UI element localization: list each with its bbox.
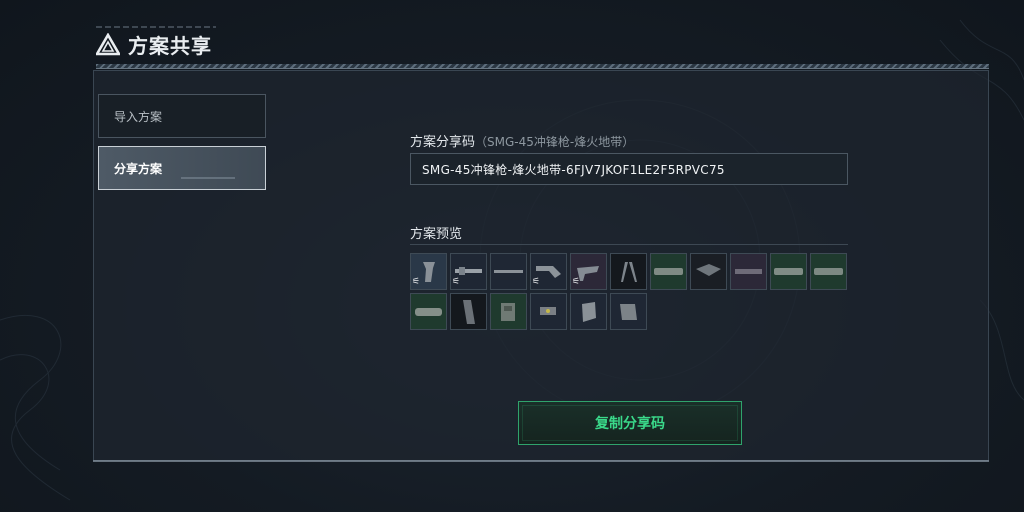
header-divider-line bbox=[96, 68, 989, 69]
muzzle-icon bbox=[774, 268, 803, 275]
part-tile[interactable]: ⚟ bbox=[450, 253, 487, 290]
bipod-icon bbox=[621, 262, 637, 282]
share-code-label: 方案分享码（SMG-45冲锋枪-烽火地带） bbox=[410, 131, 634, 150]
receiver-icon bbox=[501, 303, 515, 321]
part-tile[interactable] bbox=[650, 253, 687, 290]
part-tile[interactable] bbox=[730, 253, 767, 290]
part-tile[interactable] bbox=[810, 253, 847, 290]
magazine-icon bbox=[463, 300, 475, 324]
copy-share-code-button[interactable]: 复制分享码 bbox=[518, 401, 742, 445]
part-tile[interactable]: ⚟ bbox=[410, 253, 447, 290]
laser-icon bbox=[582, 302, 596, 322]
sight-icon bbox=[540, 307, 556, 315]
page-title: 方案共享 bbox=[128, 34, 212, 58]
plan-preview-label: 方案预览 bbox=[410, 227, 463, 242]
part-tile[interactable]: ⚟ bbox=[570, 253, 607, 290]
part-tile[interactable] bbox=[770, 253, 807, 290]
part-tile[interactable] bbox=[610, 253, 647, 290]
sidebar-item-label: 导入方案 bbox=[114, 109, 163, 124]
modification-icon: ⚟ bbox=[452, 277, 461, 287]
part-tile[interactable]: ⚟ bbox=[530, 253, 567, 290]
part-tile[interactable] bbox=[530, 293, 567, 330]
share-code-title: 方案分享码 bbox=[410, 135, 476, 150]
silencer-icon bbox=[415, 308, 442, 316]
part-tile[interactable] bbox=[690, 253, 727, 290]
modification-icon: ⚟ bbox=[532, 277, 541, 287]
scope-icon bbox=[696, 264, 721, 276]
part-tile[interactable] bbox=[610, 293, 647, 330]
sidebar-item-label: 分享方案 bbox=[114, 161, 163, 176]
header-topline bbox=[96, 26, 216, 28]
copy-button-label: 复制分享码 bbox=[595, 416, 665, 432]
triangle-logo-icon bbox=[96, 32, 120, 55]
plan-preview-divider bbox=[410, 244, 848, 245]
part-tile[interactable] bbox=[490, 253, 527, 290]
share-code-field[interactable]: SMG-45冲锋枪-烽火地带-6FJV7JKOF1LE2F5RPVC75 bbox=[410, 153, 848, 185]
share-code-weapon-name: （SMG-45冲锋枪-烽火地带） bbox=[475, 135, 635, 149]
barrel-extension-icon bbox=[814, 268, 843, 275]
part-tile[interactable] bbox=[490, 293, 527, 330]
sidebar-item-import-plan[interactable]: 导入方案 bbox=[98, 94, 266, 138]
suppressor-icon bbox=[654, 268, 683, 275]
panel-bottom-border bbox=[93, 460, 989, 462]
share-code-value: SMG-45冲锋枪-烽火地带-6FJV7JKOF1LE2F5RPVC75 bbox=[422, 162, 725, 177]
handguard-icon bbox=[735, 269, 762, 274]
modification-icon: ⚟ bbox=[572, 277, 581, 287]
page-header: 方案共享 bbox=[96, 30, 212, 59]
part-tile[interactable] bbox=[450, 293, 487, 330]
part-tile[interactable] bbox=[410, 293, 447, 330]
part-tile[interactable] bbox=[570, 293, 607, 330]
modification-icon: ⚟ bbox=[412, 277, 421, 287]
rail-icon bbox=[494, 270, 523, 273]
buffer-tube-icon bbox=[620, 304, 637, 320]
sidebar-item-share-plan[interactable]: 分享方案 bbox=[98, 146, 266, 190]
